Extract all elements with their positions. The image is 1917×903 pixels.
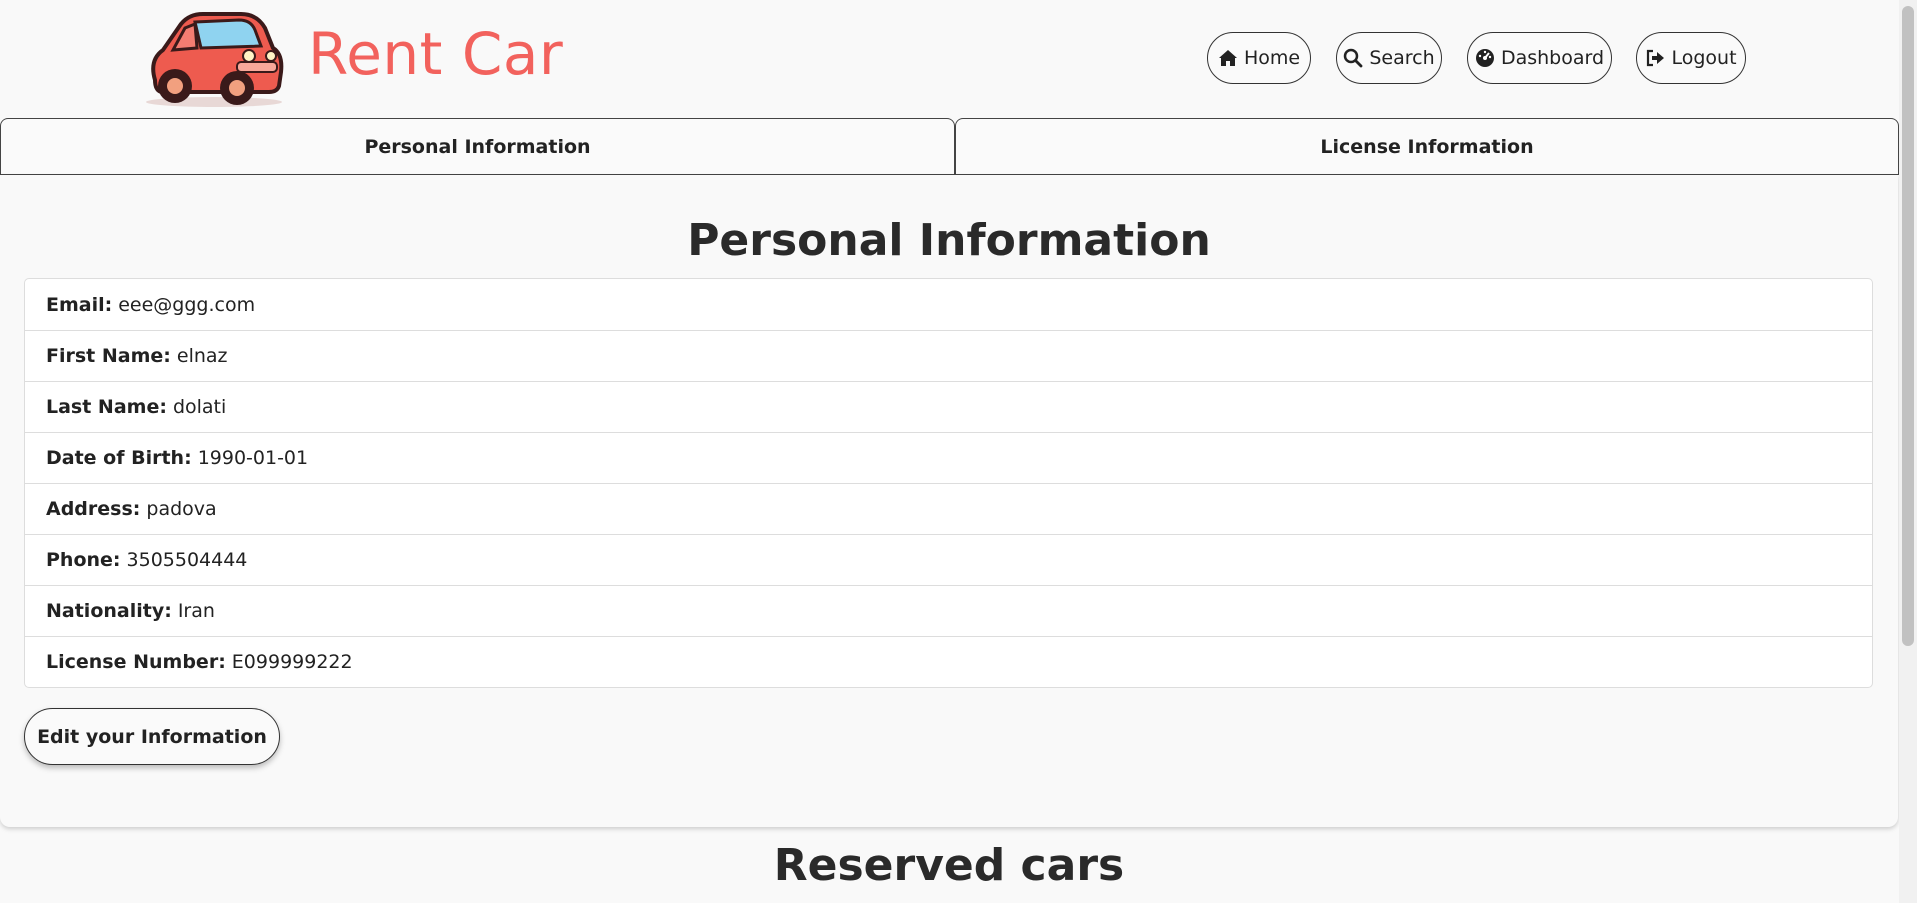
reserved-cars-title: Reserved cars [773,840,1125,891]
list-item-phone: Phone: 3505504444 [25,534,1872,585]
field-label: Phone: [46,549,121,571]
header: Rent Car Home Search Dashboard Logout [0,0,1899,118]
edit-information-button[interactable]: Edit your Information [24,708,280,765]
car-logo-icon [146,12,284,107]
info-list: Email: eee@ggg.com First Name: elnaz Last … [24,278,1873,688]
field-value: padova [146,498,217,520]
field-label: First Name: [46,345,171,367]
list-item-license-number: License Number: E099999222 [25,636,1872,687]
field-value: elnaz [176,345,228,367]
nav-search-button[interactable]: Search [1336,32,1442,84]
tab-license-information[interactable]: License Information [955,118,1899,175]
field-value: 1990-01-01 [197,447,309,469]
nav-search-label: Search [1369,47,1435,69]
field-label: License Number: [46,651,226,673]
field-label: Date of Birth: [46,447,192,469]
field-value: eee@ggg.com [118,293,256,316]
list-item-first-name: First Name: elnaz [25,330,1872,381]
field-label: Nationality: [46,600,172,622]
list-item-address: Address: padova [25,483,1872,534]
nav-dashboard-label: Dashboard [1500,47,1605,69]
nav-home-label: Home [1243,47,1301,69]
field-value: Iran [177,600,215,622]
field-label: Address: [46,498,141,520]
list-item-nationality: Nationality: Iran [25,585,1872,636]
field-value: E099999222 [231,651,353,673]
section-title: Personal Information [687,215,1211,266]
page: Rent Car Home Search Dashboard Logout Pe… [0,0,1899,903]
home-icon [1218,50,1237,66]
field-label: Email: [46,293,113,316]
brand-title: Rent Car [308,20,564,88]
field-value: dolati [172,396,227,418]
list-item-last-name: Last Name: dolati [25,381,1872,432]
page-scrollbar[interactable] [1899,0,1917,903]
personal-information-card: Personal Information Email: eee@ggg.com F… [0,175,1898,827]
field-label: Last Name: [46,396,167,418]
field-value: 3505504444 [126,549,248,571]
nav-logout-button[interactable]: Logout [1636,32,1746,84]
search-icon [1344,48,1363,68]
tab-personal-information[interactable]: Personal Information [0,118,955,175]
scrollbar-thumb[interactable] [1902,6,1914,646]
dashboard-icon [1475,49,1494,67]
nav-dashboard-button[interactable]: Dashboard [1467,32,1612,84]
list-item-email: Email: eee@ggg.com [25,279,1872,330]
nav-home-button[interactable]: Home [1207,32,1311,84]
nav-logout-label: Logout [1671,47,1737,69]
list-item-date-of-birth: Date of Birth: 1990-01-01 [25,432,1872,483]
logout-icon [1647,49,1665,67]
